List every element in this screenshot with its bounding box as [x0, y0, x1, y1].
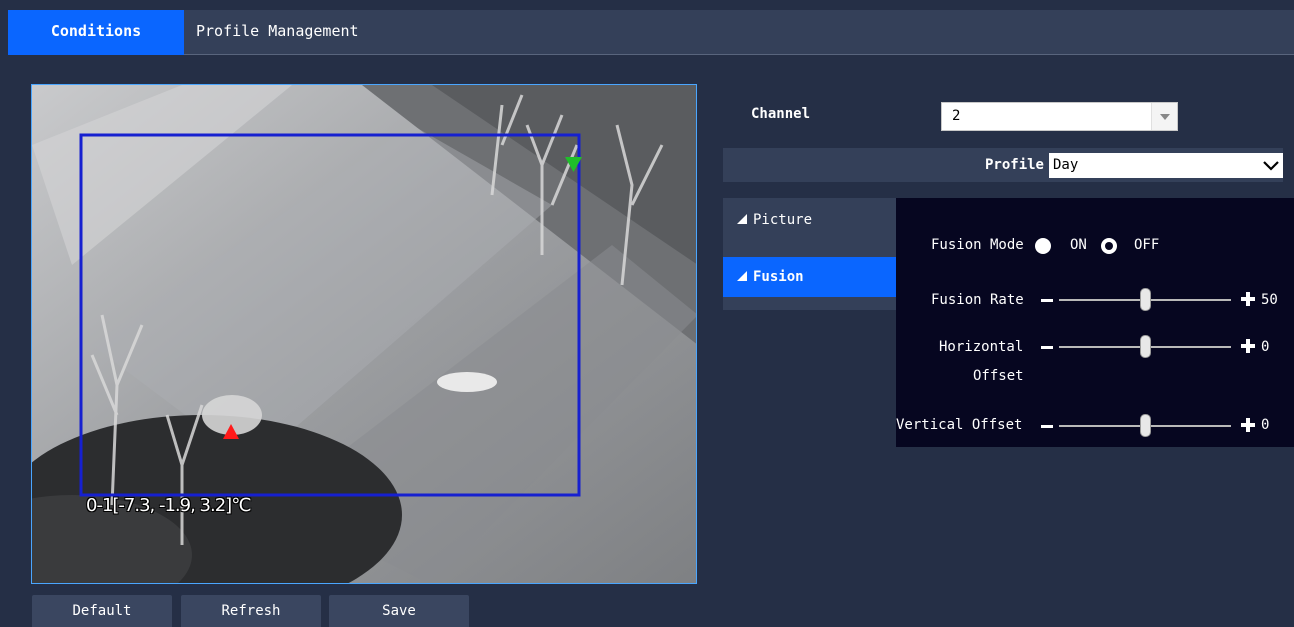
vertical-offset-label: Vertical Offset — [896, 417, 1023, 433]
tab-profile-management[interactable]: Profile Management — [196, 10, 436, 55]
fusion-rate-label: Fusion Rate — [931, 292, 1024, 308]
channel-value: 2 — [952, 108, 961, 124]
profile-select[interactable]: Day — [1049, 153, 1283, 178]
decrease-vertical-offset-icon[interactable] — [1041, 425, 1053, 428]
fusion-mode-on-label: ON — [1070, 237, 1087, 253]
horizontal-offset-label-line1: Horizontal — [939, 339, 1024, 355]
tab-conditions[interactable]: Conditions — [8, 10, 184, 55]
chevron-down-icon[interactable] — [1151, 103, 1177, 130]
menu-item-picture[interactable]: Picture — [723, 200, 896, 240]
temperature-readout: 0-1[-7.3, -1.9, 3.2]℃ — [86, 495, 251, 516]
horizontal-offset-value: 0 — [1261, 339, 1270, 355]
triangle-icon — [737, 200, 747, 240]
decrease-horizontal-offset-icon[interactable] — [1041, 346, 1053, 349]
vertical-offset-slider-thumb[interactable] — [1140, 414, 1151, 437]
settings-menu: Picture Fusion — [723, 198, 896, 310]
refresh-button[interactable]: Refresh — [181, 595, 321, 627]
fusion-mode-off-label: OFF — [1134, 237, 1160, 253]
horizontal-offset-slider-thumb[interactable] — [1140, 335, 1151, 358]
vertical-offset-value: 0 — [1261, 417, 1270, 433]
fusion-mode-off-radio[interactable] — [1101, 238, 1117, 254]
chevron-down-icon[interactable] — [1263, 153, 1279, 178]
triangle-icon — [737, 257, 747, 297]
fusion-mode-label: Fusion Mode — [931, 237, 1024, 253]
decrease-fusion-rate-icon[interactable] — [1041, 299, 1053, 302]
profile-value: Day — [1053, 157, 1079, 173]
profile-label: Profile — [984, 157, 1044, 173]
menu-item-fusion[interactable]: Fusion — [723, 257, 896, 297]
fusion-rate-slider-thumb[interactable] — [1140, 288, 1151, 311]
menu-item-label: Picture — [753, 212, 813, 228]
channel-label: Channel — [751, 106, 811, 122]
default-button[interactable]: Default — [32, 595, 172, 627]
fusion-panel: Fusion Mode ON OFF Fusion Rate 50 Horizo… — [896, 198, 1294, 447]
thermal-video-preview[interactable]: 0-1[-7.3, -1.9, 3.2]℃ — [31, 84, 697, 584]
fusion-rate-value: 50 — [1261, 292, 1278, 308]
save-button[interactable]: Save — [329, 595, 469, 627]
fusion-mode-on-radio[interactable] — [1035, 238, 1051, 254]
channel-select[interactable]: 2 — [941, 102, 1178, 131]
menu-item-label: Fusion — [753, 269, 804, 285]
horizontal-offset-label-line2: Offset — [973, 368, 1024, 384]
top-tab-bar: Conditions Profile Management — [8, 10, 1294, 55]
